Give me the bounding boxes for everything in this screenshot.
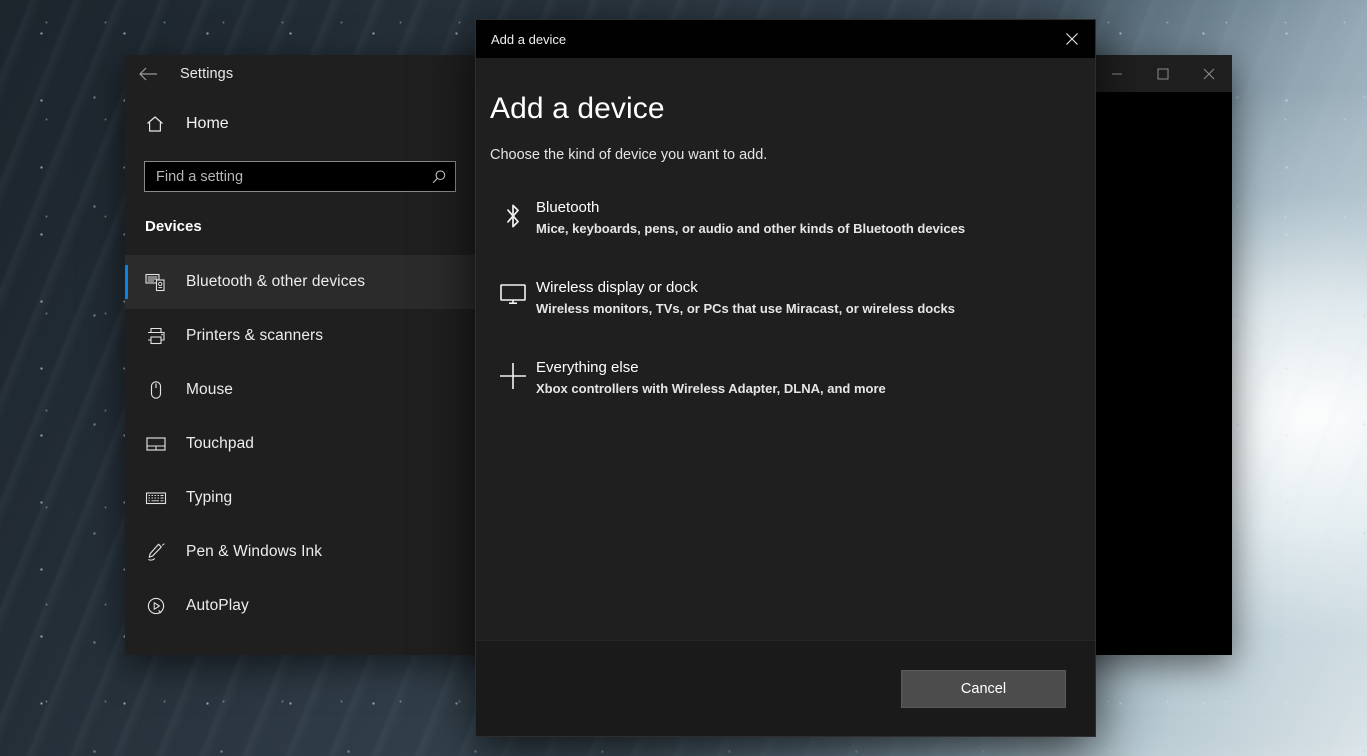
dialog-main: Add a device Choose the kind of device y… xyxy=(476,58,1095,640)
device-option-title: Everything else xyxy=(536,359,639,376)
mouse-icon xyxy=(145,380,179,400)
sidebar-item-bluetooth-other-devices[interactable]: Bluetooth & other devices xyxy=(125,255,475,309)
search-icon[interactable] xyxy=(431,169,447,185)
sidebar-item-printers-scanners[interactable]: Printers & scanners xyxy=(125,309,475,363)
device-option-bluetooth[interactable]: Bluetooth Mice, keyboards, pens, or audi… xyxy=(490,190,1095,245)
minimize-button[interactable] xyxy=(1094,55,1140,92)
device-option-title: Bluetooth xyxy=(536,199,600,216)
pen-icon xyxy=(145,542,179,562)
home-icon xyxy=(145,114,179,134)
sidebar-item-home[interactable]: Home xyxy=(125,101,475,147)
device-option-wireless-display-or-dock[interactable]: Wireless display or dock Wireless monito… xyxy=(490,270,1095,325)
device-option-description: Xbox controllers with Wireless Adapter, … xyxy=(536,381,886,396)
device-option-description: Mice, keyboards, pens, or audio and othe… xyxy=(536,221,966,236)
sidebar-item-label: Touchpad xyxy=(186,435,255,452)
sidebar-item-pen-windows-ink[interactable]: Pen & Windows Ink xyxy=(125,525,475,579)
sidebar-section-title: Devices xyxy=(145,218,202,235)
bluetooth-devices-icon xyxy=(145,272,179,292)
dialog-footer: Cancel xyxy=(476,640,1095,736)
sidebar-item-label: Pen & Windows Ink xyxy=(186,543,323,560)
device-option-text: Wireless display or dock Wireless monito… xyxy=(536,279,1095,316)
dialog-titlebar: Add a device xyxy=(476,20,1095,58)
printer-icon xyxy=(145,326,179,346)
search-input[interactable] xyxy=(156,168,431,185)
settings-sidebar: Home Devices xyxy=(125,92,475,655)
dialog-titlebar-title: Add a device xyxy=(491,31,567,47)
sidebar-home-label: Home xyxy=(186,115,229,132)
bluetooth-icon xyxy=(490,199,536,231)
sidebar-item-label: Bluetooth & other devices xyxy=(186,273,366,290)
back-button[interactable] xyxy=(125,55,171,92)
device-option-text: Bluetooth Mice, keyboards, pens, or audi… xyxy=(536,199,1095,236)
window-controls xyxy=(1094,55,1232,92)
sidebar-item-mouse[interactable]: Mouse xyxy=(125,363,475,417)
sidebar-nav-list: Bluetooth & other devices Printers & sca… xyxy=(125,255,475,633)
dialog-close-button[interactable] xyxy=(1049,20,1095,58)
autoplay-icon xyxy=(145,596,179,616)
sidebar-item-label: AutoPlay xyxy=(186,597,249,614)
device-option-title: Wireless display or dock xyxy=(536,279,698,296)
sidebar-item-label: Typing xyxy=(186,489,233,506)
cancel-button[interactable]: Cancel xyxy=(901,669,1066,708)
touchpad-icon xyxy=(145,434,179,454)
dialog-heading: Add a device xyxy=(490,92,665,125)
add-device-dialog: Add a device Add a device Choose the kin… xyxy=(476,20,1095,736)
sidebar-item-autoplay[interactable]: AutoPlay xyxy=(125,579,475,633)
dialog-subheading: Choose the kind of device you want to ad… xyxy=(490,147,768,163)
settings-title: Settings xyxy=(180,65,234,82)
maximize-button[interactable] xyxy=(1140,55,1186,92)
monitor-icon xyxy=(490,279,536,307)
keyboard-icon xyxy=(145,488,179,508)
sidebar-item-touchpad[interactable]: Touchpad xyxy=(125,417,475,471)
sidebar-item-typing[interactable]: Typing xyxy=(125,471,475,525)
search-container xyxy=(125,147,475,192)
search-box[interactable] xyxy=(144,161,456,192)
device-option-text: Everything else Xbox controllers with Wi… xyxy=(536,359,1095,396)
close-button[interactable] xyxy=(1186,55,1232,92)
sidebar-item-label: Mouse xyxy=(186,381,234,398)
device-options-list: Bluetooth Mice, keyboards, pens, or audi… xyxy=(490,190,1095,405)
device-option-description: Wireless monitors, TVs, or PCs that use … xyxy=(536,301,955,316)
sidebar-item-label: Printers & scanners xyxy=(186,327,324,344)
plus-icon xyxy=(490,359,536,391)
device-option-everything-else[interactable]: Everything else Xbox controllers with Wi… xyxy=(490,350,1095,405)
